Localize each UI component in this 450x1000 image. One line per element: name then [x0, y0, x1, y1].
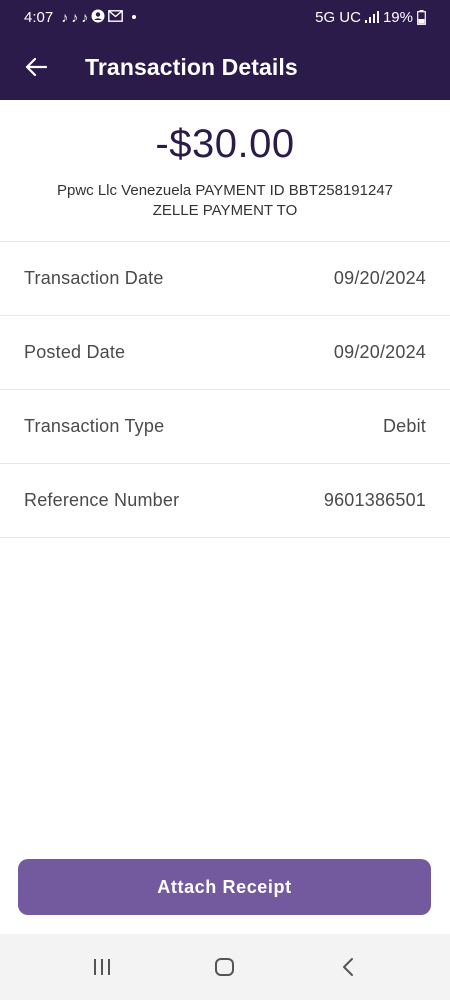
detail-label: Transaction Type	[24, 416, 165, 436]
system-nav-bar	[0, 934, 450, 1000]
description-line-2: ZELLE PAYMENT TO	[152, 202, 298, 219]
tiktok-icon: ♪	[61, 9, 69, 25]
tiktok-icon: ♪	[81, 9, 89, 25]
back-button[interactable]	[20, 51, 52, 83]
detail-label: Posted Date	[24, 342, 126, 362]
transaction-details-screen: 4:07 ♪ ♪ ♪ 5G UC 19% Transaction Details…	[0, 0, 450, 1000]
app-bar: Transaction Details	[0, 34, 450, 100]
tiktok-icon: ♪	[71, 9, 79, 25]
battery-icon	[417, 9, 426, 25]
page-title: Transaction Details	[85, 53, 298, 80]
status-right: 5G UC 19%	[315, 9, 426, 26]
account-icon	[91, 9, 105, 25]
more-notifications-dot	[132, 15, 137, 19]
status-bar: 4:07 ♪ ♪ ♪ 5G UC 19%	[0, 0, 450, 34]
detail-value: 09/20/2024	[333, 268, 426, 288]
status-left: 4:07 ♪ ♪ ♪	[24, 8, 137, 26]
attach-receipt-button[interactable]: Attach Receipt	[18, 859, 431, 915]
notification-icons: ♪ ♪ ♪	[61, 9, 137, 25]
gmail-icon	[108, 10, 124, 24]
signal-icon	[364, 11, 379, 23]
network-label: 5G UC	[315, 8, 361, 26]
battery-level: 19%	[382, 8, 413, 26]
transaction-details-list: Transaction Date 09/20/2024 Posted Date …	[0, 242, 450, 538]
system-back-button[interactable]	[318, 942, 378, 992]
arrow-left-icon	[25, 57, 47, 77]
detail-value: Debit	[382, 416, 426, 436]
detail-row-reference-number: Reference Number 9601386501	[0, 464, 450, 538]
transaction-summary: -$30.00 Ppwc Llc Venezuela PAYMENT ID BB…	[0, 100, 450, 242]
description-line-1: Ppwc Llc Venezuela PAYMENT ID BBT2581912…	[56, 182, 394, 199]
detail-label: Reference Number	[24, 490, 180, 510]
recent-apps-button[interactable]	[72, 942, 132, 992]
header-area: 4:07 ♪ ♪ ♪ 5G UC 19% Transaction Details	[0, 0, 450, 100]
detail-row-posted-date: Posted Date 09/20/2024	[0, 316, 450, 390]
detail-value: 09/20/2024	[333, 342, 426, 362]
home-button[interactable]	[195, 942, 255, 992]
chevron-left-icon	[343, 958, 354, 976]
transaction-amount: -$30.00	[155, 122, 295, 166]
detail-row-transaction-type: Transaction Type Debit	[0, 390, 450, 464]
recent-apps-icon	[93, 959, 110, 975]
transaction-description: Ppwc Llc Venezuela PAYMENT ID BBT2581912…	[0, 181, 450, 221]
detail-value: 9601386501	[323, 490, 426, 510]
status-time: 4:07	[24, 8, 54, 26]
home-icon	[214, 958, 234, 976]
detail-label: Transaction Date	[24, 268, 164, 288]
detail-row-transaction-date: Transaction Date 09/20/2024	[0, 242, 450, 316]
